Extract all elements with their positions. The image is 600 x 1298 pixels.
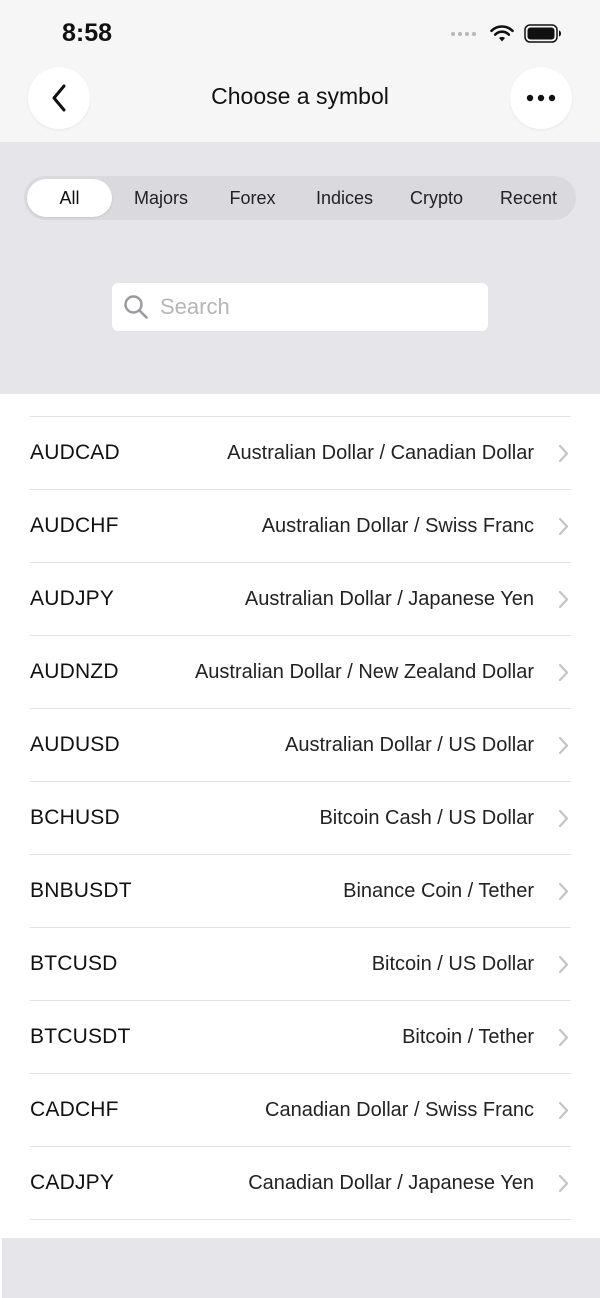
status-indicators (451, 24, 562, 43)
symbol-row-btcusdt[interactable]: BTCUSDT Bitcoin / Tether (30, 1001, 571, 1074)
symbol-code: AUDUSD (30, 733, 120, 756)
symbol-code: CADCHF (30, 1098, 119, 1121)
symbol-code: AUDNZD (30, 660, 119, 683)
symbol-description: Australian Dollar / US Dollar (285, 733, 534, 756)
search-icon (124, 295, 148, 319)
symbol-row-audusd[interactable]: AUDUSD Australian Dollar / US Dollar (30, 709, 571, 782)
chevron-right-icon (558, 1028, 569, 1047)
search-box[interactable] (112, 283, 488, 331)
symbol-description: Bitcoin / Tether (402, 1025, 534, 1048)
filter-area: All Majors Forex Indices Crypto Recent (0, 142, 600, 394)
symbol-row-cadjpy[interactable]: CADJPY Canadian Dollar / Japanese Yen (30, 1147, 571, 1220)
wifi-icon (490, 24, 514, 41)
symbol-row-audnzd[interactable]: AUDNZD Australian Dollar / New Zealand D… (30, 636, 571, 709)
symbol-code: AUDJPY (30, 587, 115, 610)
symbol-description: Binance Coin / Tether (343, 879, 534, 902)
symbol-code: AUDCAD (30, 441, 120, 464)
more-horizontal-icon (526, 94, 556, 102)
symbol-row-btcusd[interactable]: BTCUSD Bitcoin / US Dollar (30, 928, 571, 1001)
chevron-right-icon (558, 882, 569, 901)
chevron-right-icon (558, 736, 569, 755)
symbol-row-bchusd[interactable]: BCHUSD Bitcoin Cash / US Dollar (30, 782, 571, 855)
chevron-right-icon (558, 444, 569, 463)
category-tabs: All Majors Forex Indices Crypto Recent (24, 176, 576, 220)
chevron-right-icon (558, 1101, 569, 1120)
tab-indices[interactable]: Indices (300, 179, 389, 217)
chevron-right-icon (558, 809, 569, 828)
chevron-right-icon (558, 517, 569, 536)
tab-forex[interactable]: Forex (210, 179, 295, 217)
chevron-right-icon (558, 663, 569, 682)
symbol-row-audchf[interactable]: AUDCHF Australian Dollar / Swiss Franc (30, 490, 571, 563)
chevron-right-icon (558, 955, 569, 974)
tab-majors[interactable]: Majors (117, 179, 205, 217)
chevron-right-icon (558, 590, 569, 609)
symbol-description: Australian Dollar / Japanese Yen (244, 587, 534, 610)
bottom-bar (2, 1238, 600, 1298)
symbol-row-audjpy[interactable]: AUDJPY Australian Dollar / Japanese Yen (30, 563, 571, 636)
symbol-description: Australian Dollar / Swiss Franc (261, 514, 534, 537)
signal-icon (451, 31, 476, 36)
symbol-description: Bitcoin Cash / US Dollar (319, 806, 534, 829)
tab-crypto[interactable]: Crypto (394, 179, 479, 217)
symbol-description: Australian Dollar / New Zealand Dollar (194, 660, 534, 683)
symbol-description: Bitcoin / US Dollar (371, 952, 534, 975)
status-bar: 8:58 (0, 0, 600, 64)
search-input[interactable] (160, 283, 478, 331)
symbol-row-bnbusdt[interactable]: BNBUSDT Binance Coin / Tether (30, 855, 571, 928)
symbol-code: BCHUSD (30, 806, 120, 829)
symbol-code: AUDCHF (30, 514, 119, 537)
symbol-code: BNBUSDT (30, 879, 132, 902)
battery-icon (524, 24, 561, 43)
header: Choose a symbol (0, 64, 600, 142)
symbol-row-cadchf[interactable]: CADCHF Canadian Dollar / Swiss Franc (30, 1074, 571, 1147)
symbol-code: BTCUSDT (30, 1025, 131, 1048)
status-time: 8:58 (62, 19, 113, 47)
more-button[interactable] (510, 67, 572, 129)
symbol-description: Canadian Dollar / Japanese Yen (248, 1171, 534, 1194)
symbol-code: BTCUSD (30, 952, 118, 975)
symbol-description: Canadian Dollar / Swiss Franc (265, 1098, 534, 1121)
symbol-code: CADJPY (30, 1171, 115, 1194)
symbol-list: AUDCAD Australian Dollar / Canadian Doll… (30, 416, 571, 1220)
chevron-right-icon (558, 1174, 569, 1193)
tab-all[interactable]: All (27, 179, 112, 217)
symbol-row-audcad[interactable]: AUDCAD Australian Dollar / Canadian Doll… (30, 417, 571, 490)
tab-recent[interactable]: Recent (484, 179, 573, 217)
symbol-description: Australian Dollar / Canadian Dollar (227, 441, 534, 464)
